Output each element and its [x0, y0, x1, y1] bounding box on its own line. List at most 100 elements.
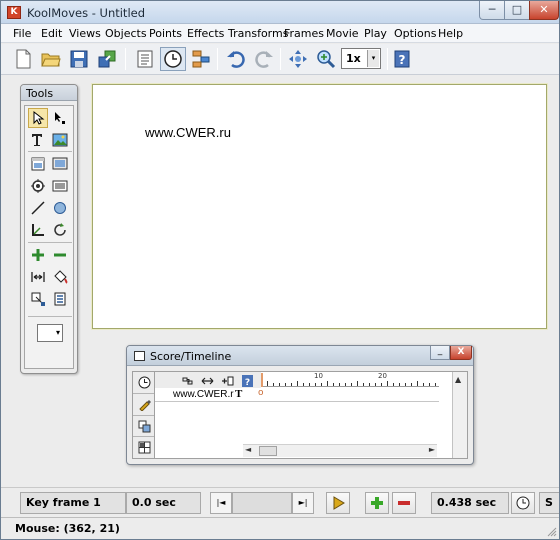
export-button[interactable] [94, 47, 120, 71]
scroll-left-icon[interactable]: ◄ [245, 445, 251, 454]
score-header[interactable]: Score/Timeline _ X [127, 346, 473, 366]
menu-transforms[interactable]: Transforms [228, 27, 288, 40]
ruler-tick [345, 383, 346, 386]
score-brush-button[interactable] [136, 396, 152, 412]
menu-movie[interactable]: Movie [326, 27, 359, 40]
oval-tool[interactable] [50, 198, 70, 218]
scroll-up-icon[interactable]: ▲ [455, 375, 461, 384]
resize-grip-icon[interactable] [547, 527, 557, 537]
duration-field[interactable]: 0.438 sec [431, 492, 509, 514]
horizontal-scrollbar[interactable]: ◄ ► [243, 444, 437, 457]
ruler-tick [303, 383, 304, 386]
menu-views[interactable]: Views [69, 27, 101, 40]
score-close-button[interactable]: X [450, 346, 472, 360]
text-layer-icon: T [235, 388, 243, 400]
remove-point-tool[interactable] [50, 245, 70, 265]
zoom-select[interactable]: 1x ▾ [341, 48, 381, 69]
ruler-tick [435, 383, 436, 386]
vertical-scrollbar[interactable]: ▲ [452, 372, 467, 458]
line-tool-icon [31, 201, 45, 215]
score-link-button[interactable] [179, 374, 195, 387]
frame-time-field[interactable]: 0.0 sec [126, 492, 201, 514]
tools-header[interactable]: Tools [21, 85, 77, 101]
menu-help[interactable]: Help [438, 27, 463, 40]
save-button[interactable] [66, 47, 92, 71]
open-button[interactable] [38, 47, 64, 71]
menu-edit[interactable]: Edit [41, 27, 62, 40]
timing-clock-button[interactable] [511, 492, 535, 514]
score-layers-button[interactable] [136, 418, 152, 434]
scrollbar-thumb[interactable] [259, 446, 277, 456]
redo-button[interactable] [251, 47, 277, 71]
score-title: Score/Timeline [150, 350, 232, 363]
menu-bar: File Edit Views Objects Points Effects T… [1, 24, 559, 43]
shape-tool[interactable] [50, 176, 70, 196]
transform-tool[interactable] [28, 289, 48, 309]
gradient-tool[interactable] [50, 289, 70, 309]
morph-tool[interactable] [28, 267, 48, 287]
menu-play[interactable]: Play [364, 27, 387, 40]
point-select-tool[interactable] [50, 108, 70, 128]
stage-canvas[interactable]: www.CWER.ru [92, 84, 547, 329]
undo-button[interactable] [223, 47, 249, 71]
canvas-text-object[interactable]: www.CWER.ru [145, 125, 231, 140]
first-frame-button[interactable]: |◄ [210, 492, 232, 514]
minimize-button[interactable]: ─ [479, 1, 505, 20]
maximize-button[interactable]: □ [504, 1, 530, 20]
playhead-marker[interactable] [261, 373, 263, 387]
score-timing-button[interactable] [136, 374, 152, 390]
frame-slider[interactable] [232, 492, 292, 514]
chevron-down-icon: ▾ [55, 328, 60, 337]
score-add-frame-button[interactable] [219, 374, 235, 387]
menu-objects[interactable]: Objects [105, 27, 147, 40]
menu-points[interactable]: Points [149, 27, 182, 40]
frame-tool[interactable] [50, 154, 70, 174]
add-frame-button[interactable] [365, 492, 389, 514]
score-grid-button[interactable] [136, 439, 152, 455]
remove-frame-button[interactable] [392, 492, 416, 514]
close-button[interactable]: ✕ [529, 1, 559, 20]
rotate-tool[interactable] [50, 220, 70, 240]
fill-bucket-tool[interactable] [50, 267, 70, 287]
corner-tool[interactable] [28, 220, 48, 240]
play-button[interactable] [326, 492, 350, 514]
pan-button[interactable] [285, 47, 311, 71]
scroll-right-icon[interactable]: ► [429, 445, 435, 454]
tool-separator [28, 316, 72, 317]
image-tool[interactable] [50, 130, 70, 150]
window-tool[interactable] [28, 154, 48, 174]
zoom-button[interactable] [313, 47, 339, 71]
score-minimize-button[interactable]: _ [430, 346, 450, 360]
effects-tool[interactable] [28, 176, 48, 196]
timeline-ruler[interactable]: 10 20 [261, 372, 439, 387]
mouse-position: Mouse: (362, 21) [15, 522, 120, 535]
score-help-button[interactable]: ? [239, 374, 255, 387]
remove-icon [398, 501, 410, 505]
chevron-down-icon[interactable]: ▾ [367, 50, 379, 67]
rotate-tool-icon [54, 223, 66, 236]
keyframe-marker[interactable]: o [258, 388, 264, 398]
text-tool[interactable] [28, 130, 48, 150]
help-button[interactable]: ? [389, 47, 415, 71]
title-bar[interactable]: K KoolMoves - Untitled ─ □ ✕ [1, 1, 559, 24]
timeline-layer-row[interactable]: www.CWER.r T o [155, 388, 439, 402]
new-file-button[interactable] [10, 47, 36, 71]
last-frame-button[interactable]: ►| [292, 492, 314, 514]
timing-button[interactable] [160, 47, 186, 71]
ruler-tick [291, 383, 292, 386]
menu-options[interactable]: Options [394, 27, 436, 40]
status-bar: Mouse: (362, 21) [1, 517, 559, 539]
sequence-button[interactable] [188, 47, 214, 71]
ruler-tick [423, 383, 424, 386]
menu-frames[interactable]: Frames [284, 27, 324, 40]
ruler-tick [363, 383, 364, 386]
menu-effects[interactable]: Effects [187, 27, 224, 40]
speed-field[interactable]: S [539, 492, 559, 514]
add-point-tool[interactable] [28, 245, 48, 265]
arrow-select-tool[interactable] [28, 108, 48, 128]
line-tool[interactable] [28, 198, 48, 218]
menu-file[interactable]: File [13, 27, 31, 40]
fill-style-select[interactable]: ▾ [37, 324, 63, 342]
page-button[interactable] [132, 47, 158, 71]
score-stretch-button[interactable] [199, 374, 215, 387]
